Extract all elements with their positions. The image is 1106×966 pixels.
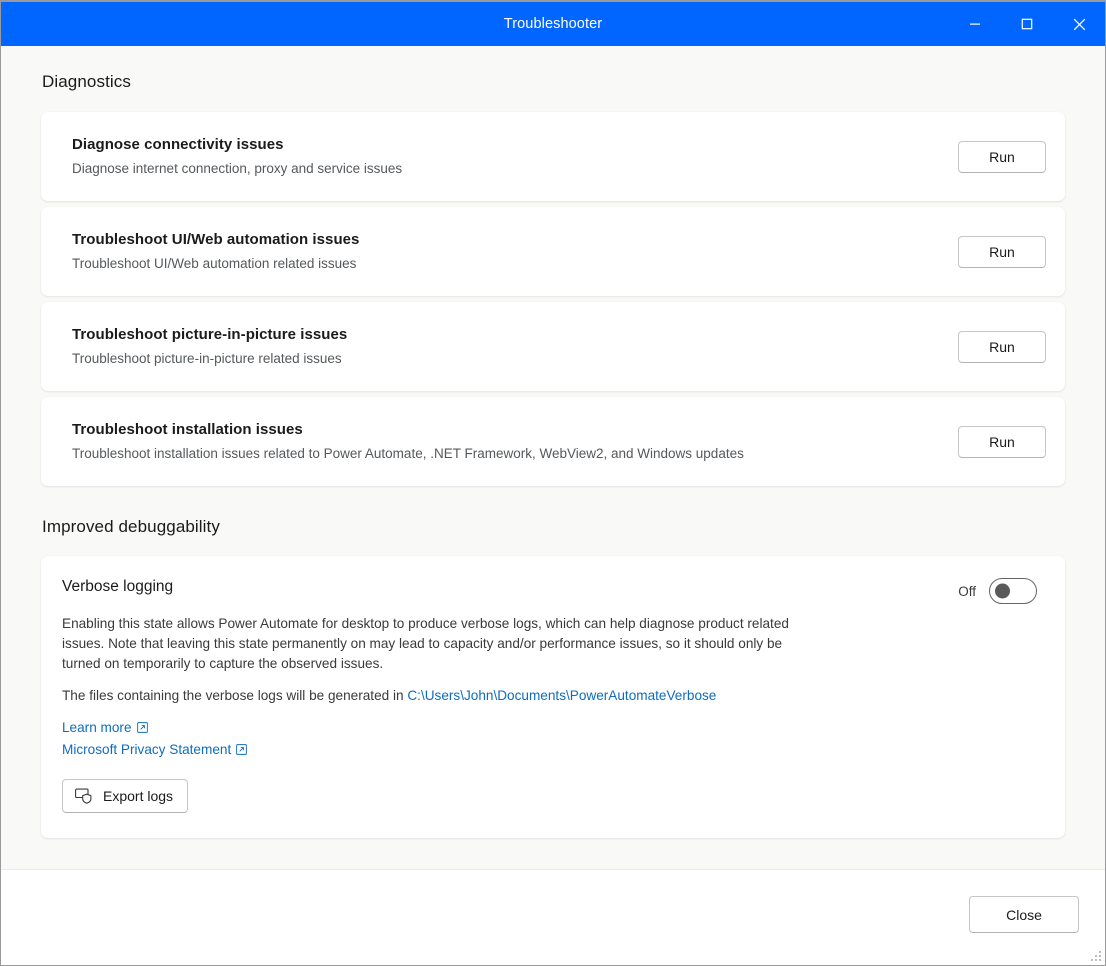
maximize-icon	[1021, 18, 1033, 30]
privacy-statement-link-row[interactable]: Microsoft Privacy Statement	[62, 740, 248, 760]
learn-more-link[interactable]: Learn more	[62, 718, 132, 738]
diagnostic-card: Troubleshoot installation issues Trouble…	[41, 397, 1065, 486]
verbose-log-path-line: The files containing the verbose logs wi…	[62, 688, 1044, 703]
diagnostic-text: Troubleshoot installation issues Trouble…	[72, 420, 744, 462]
verbose-logging-header: Verbose logging Off	[62, 577, 1044, 604]
minimize-icon	[970, 23, 980, 25]
resize-grip-icon[interactable]	[1090, 950, 1102, 962]
maximize-button[interactable]	[1001, 2, 1053, 46]
diagnostic-subtitle: Troubleshoot picture-in-picture related …	[72, 350, 342, 366]
diagnostic-subtitle: Troubleshoot UI/Web automation related i…	[72, 255, 357, 271]
verbose-links: Learn more Microsoft Privacy Statement	[62, 718, 1044, 759]
run-button-installation[interactable]: Run	[958, 425, 1046, 458]
microsoft-privacy-statement-link[interactable]: Microsoft Privacy Statement	[62, 740, 231, 760]
external-link-icon	[236, 744, 248, 755]
diagnostic-title: Diagnose connectivity issues	[72, 136, 284, 154]
verbose-logging-description: Enabling this state allows Power Automat…	[62, 616, 789, 671]
run-button-connectivity[interactable]: Run	[958, 140, 1046, 173]
content-area: Diagnostics Diagnose connectivity issues…	[1, 46, 1105, 869]
verbose-log-path-link[interactable]: C:\Users\John\Documents\PowerAutomateVer…	[407, 688, 716, 703]
diagnostic-card: Diagnose connectivity issues Diagnose in…	[41, 112, 1065, 201]
toggle-knob	[995, 583, 1010, 599]
diagnostic-subtitle: Troubleshoot installation issues related…	[72, 445, 744, 461]
diagnostics-heading: Diagnostics	[42, 72, 131, 91]
verbose-toggle-group: Off	[958, 577, 1044, 604]
external-link-icon	[136, 722, 148, 734]
window-title: Troubleshooter	[503, 15, 603, 32]
debuggability-heading: Improved debuggability	[42, 517, 220, 536]
troubleshooter-window: Troubleshooter Diagnostics Diagnose conn…	[0, 0, 1106, 966]
verbose-toggle-state-label: Off	[958, 583, 976, 599]
dialog-footer: Close	[1, 869, 1105, 965]
verbose-logging-card: Verbose logging Off Enabling this state …	[41, 556, 1065, 839]
window-controls	[949, 2, 1105, 46]
diagnostics-list: Diagnose connectivity issues Diagnose in…	[41, 112, 1065, 486]
diagnostic-text: Troubleshoot UI/Web automation issues Tr…	[72, 230, 359, 272]
close-icon	[1073, 18, 1085, 30]
diagnostic-subtitle: Diagnose internet connection, proxy and …	[72, 160, 403, 176]
close-button[interactable]: Close	[969, 896, 1079, 933]
diagnostic-text: Diagnose connectivity issues Diagnose in…	[72, 135, 402, 177]
minimize-button[interactable]	[949, 2, 1001, 46]
diagnostic-title: Troubleshoot installation issues	[72, 421, 303, 439]
learn-more-link-row[interactable]: Learn more	[62, 718, 148, 738]
verbose-logging-title: Verbose logging	[62, 578, 174, 595]
verbose-log-path-prefix: The files containing the verbose logs wi…	[62, 687, 408, 703]
title-bar: Troubleshooter	[1, 2, 1105, 46]
diagnostic-title: Troubleshoot UI/Web automation issues	[72, 231, 360, 249]
diagnostic-text: Troubleshoot picture-in-picture issues T…	[72, 325, 347, 367]
export-logs-label: Export logs	[103, 788, 174, 805]
run-button-picture-in-picture[interactable]: Run	[958, 330, 1046, 363]
export-logs-button[interactable]: Export logs	[62, 779, 189, 814]
close-window-button[interactable]	[1053, 2, 1105, 46]
diagnostic-title: Troubleshoot picture-in-picture issues	[72, 326, 348, 344]
diagnostic-card: Troubleshoot picture-in-picture issues T…	[41, 302, 1065, 391]
verbose-logging-toggle[interactable]	[989, 578, 1037, 604]
run-button-ui-web-automation[interactable]: Run	[958, 235, 1046, 268]
diagnostic-card: Troubleshoot UI/Web automation issues Tr…	[41, 207, 1065, 296]
export-logs-shield-icon	[75, 788, 92, 805]
